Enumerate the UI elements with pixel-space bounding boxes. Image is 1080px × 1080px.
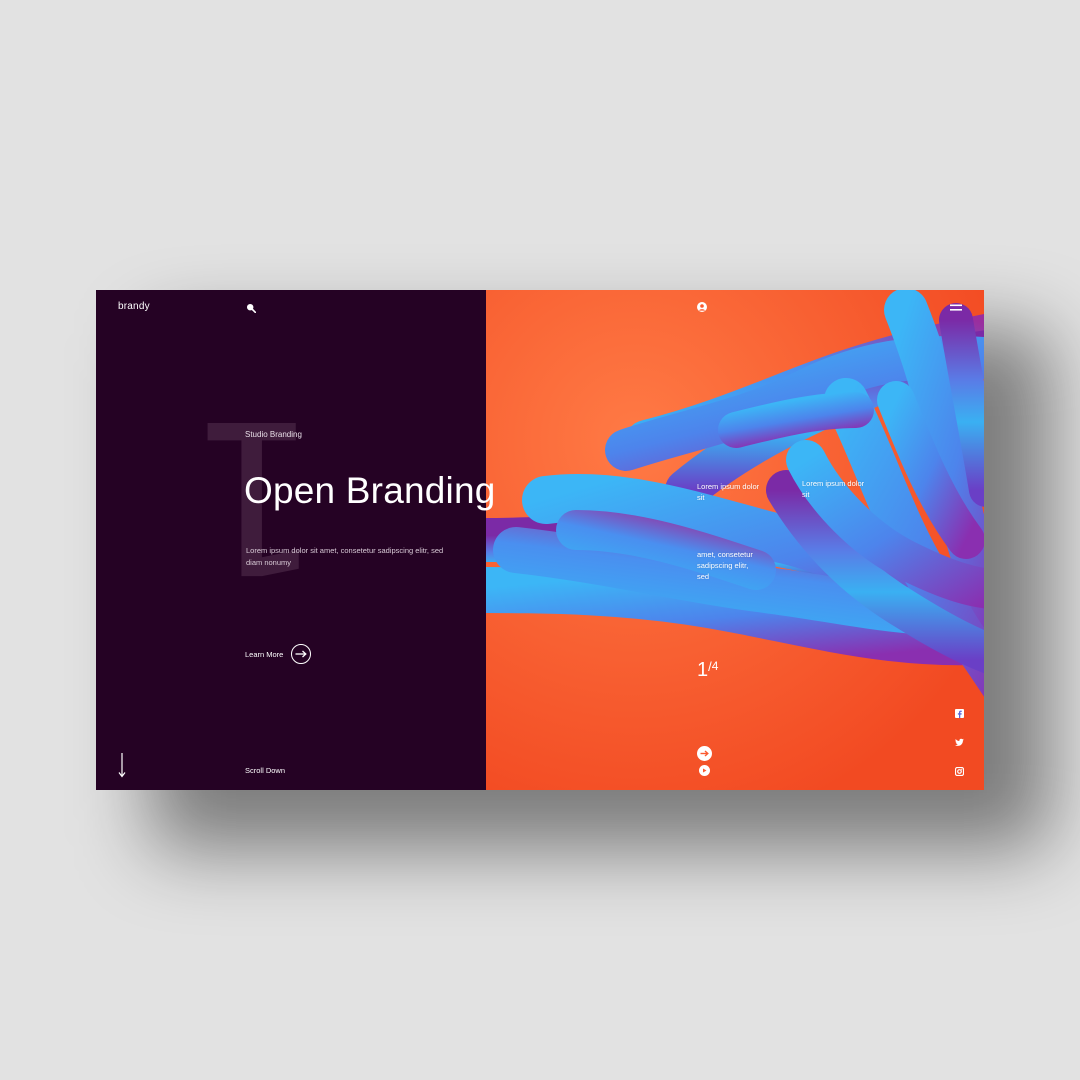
hero-description: Lorem ipsum dolor sit amet, consetetur s… (246, 546, 444, 567)
hamburger-menu-icon[interactable] (950, 304, 962, 312)
hero-right-panel: Lorem ipsum dolor sit Lorem ipsum dolor … (486, 290, 984, 790)
canvas: 1 brandy Studio Branding Lorem ipsum dol… (0, 0, 1080, 1080)
learn-more-label: Learn More (245, 649, 284, 659)
slide-counter-total: 4 (711, 659, 719, 673)
caption-2: Lorem ipsum dolor sit (802, 479, 865, 499)
learn-more-button[interactable]: Learn More (245, 644, 312, 664)
instagram-icon[interactable] (955, 767, 964, 776)
hero-title: Open Branding (244, 470, 496, 511)
website-mockup: 1 brandy Studio Branding Lorem ipsum dol… (96, 290, 984, 790)
next-slide-button[interactable] (697, 746, 712, 761)
play-icon (703, 768, 707, 773)
play-button[interactable] (699, 765, 710, 776)
twitter-icon[interactable] (955, 738, 964, 747)
facebook-icon[interactable] (955, 709, 964, 718)
hero-left-panel: 1 brandy Studio Branding Lorem ipsum dol… (96, 290, 486, 790)
caption-1: Lorem ipsum dolor sit (697, 482, 760, 502)
arrow-down-icon[interactable] (117, 752, 127, 778)
arrow-right-icon (291, 644, 312, 664)
3d-tubes-artwork (486, 290, 984, 790)
brand-logo[interactable]: brandy (118, 301, 150, 312)
slide-counter: 1 / 4 (697, 660, 718, 680)
slide-counter-current: 1 (697, 659, 709, 681)
search-icon[interactable] (246, 303, 256, 313)
arrow-right-circle-icon (700, 750, 709, 757)
caption-3: amet, consetetur sadipscing elitr, sed (697, 550, 753, 581)
hero-eyebrow: Studio Branding (245, 430, 302, 439)
scroll-down-link[interactable]: Scroll Down (245, 766, 285, 775)
user-icon[interactable] (697, 302, 707, 312)
